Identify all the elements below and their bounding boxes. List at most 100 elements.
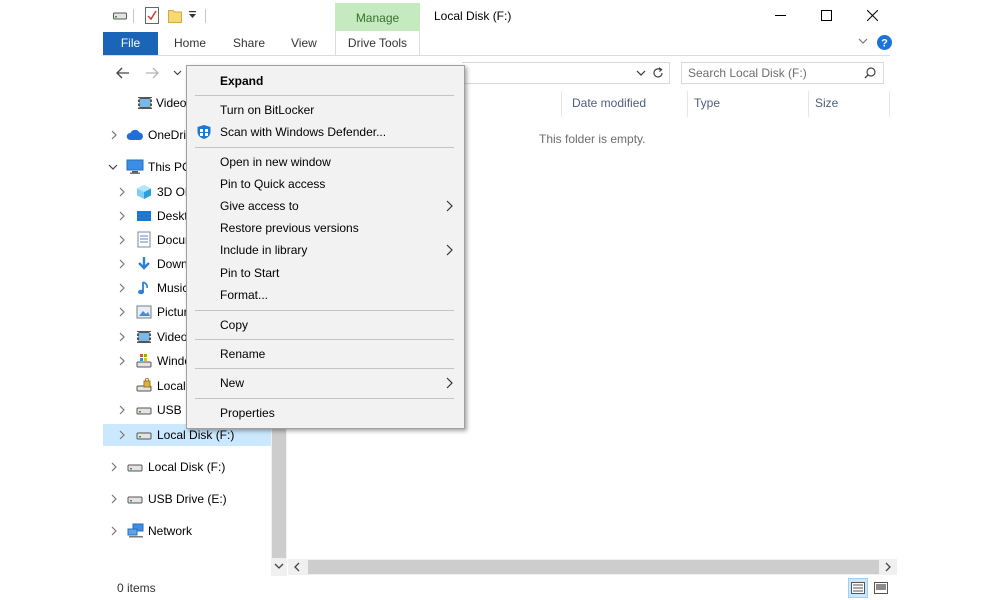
chevron-right-icon[interactable] [109,494,119,504]
context-menu: Expand Turn on BitLocker Scan with Windo… [186,65,465,429]
menu-separator [195,95,454,96]
refresh-icon [653,67,663,78]
minimize-button[interactable] [757,0,803,30]
menu-item-copy[interactable]: Copy [187,314,464,336]
menu-item-pin-start[interactable]: Pin to Start [187,262,464,284]
menu-item-give-access[interactable]: Give access to [187,195,464,217]
nav-item-network[interactable]: Network [103,521,271,541]
nav-item-label: Music [157,281,189,295]
chevron-right-icon[interactable] [117,235,127,245]
new-folder-icon[interactable] [168,8,182,23]
menu-item-include-library[interactable]: Include in library [187,239,464,261]
refresh-button[interactable] [652,67,664,79]
scroll-right-arrow-icon[interactable] [884,562,892,572]
column-header-type[interactable]: Type [694,96,720,110]
menu-item-scan-defender[interactable]: Scan with Windows Defender... [187,121,464,143]
menu-item-turn-on-bitlocker[interactable]: Turn on BitLocker [187,99,464,121]
search-icon[interactable] [864,67,876,79]
onedrive-icon [126,128,143,144]
system-drive-icon [136,353,152,369]
chevron-right-icon[interactable] [109,462,119,472]
chevron-right-icon[interactable] [117,332,127,342]
chevron-right-icon[interactable] [117,430,127,440]
menu-item-label: Properties [220,406,275,420]
forward-button[interactable] [142,64,162,82]
properties-icon[interactable] [145,7,159,24]
chevron-right-icon[interactable] [109,130,119,140]
drive-icon [127,460,143,476]
video-icon [137,95,153,111]
document-icon [137,231,153,248]
chevron-right-icon[interactable] [117,356,127,366]
menu-item-restore-previous[interactable]: Restore previous versions [187,217,464,239]
tab-manage[interactable]: Manage [335,3,420,31]
window-title: Local Disk (F:) [434,9,512,23]
cube-3d-icon [136,184,152,200]
column-header-date-modified[interactable]: Date modified [572,96,646,110]
drive-icon [127,492,143,508]
menu-item-rename[interactable]: Rename [187,343,464,365]
column-header-size[interactable]: Size [815,96,838,110]
menu-item-new[interactable]: New [187,372,464,394]
tab-home[interactable]: Home [174,32,206,55]
menu-item-pin-quick-access[interactable]: Pin to Quick access [187,173,464,195]
chevron-right-icon[interactable] [117,405,127,415]
recent-locations-button[interactable] [167,64,187,82]
menu-item-label: New [220,376,245,390]
chevron-right-icon[interactable] [117,211,127,221]
nav-item-usb-drive-e-root[interactable]: USB Drive (E:) [103,489,271,509]
content-scroll-thumb[interactable] [308,560,879,574]
download-arrow-icon [136,256,152,272]
column-divider [808,91,809,117]
chevron-right-icon[interactable] [117,307,127,317]
menu-item-label: Turn on BitLocker [220,103,315,117]
menu-item-properties[interactable]: Properties [187,402,464,424]
tab-drive-tools[interactable]: Drive Tools [335,31,420,55]
maximize-button[interactable] [803,0,849,30]
recent-locations-icon [173,70,181,76]
scroll-left-arrow-icon[interactable] [293,562,301,572]
submenu-arrow-icon [446,244,453,256]
menu-item-label: Pin to Start [220,266,280,280]
address-dropdown-icon[interactable] [636,70,646,77]
details-view-button[interactable] [848,578,868,598]
tab-share[interactable]: Share [233,32,265,55]
menu-item-label: Give access to [220,199,299,213]
nav-item-local-disk-f-root[interactable]: Local Disk (F:) [103,457,271,477]
submenu-arrow-icon [446,377,453,389]
chevron-right-icon[interactable] [109,526,119,536]
nav-item-label: USB Drive (E:) [148,492,227,506]
expand-ribbon-icon[interactable] [858,38,868,45]
address-bar[interactable] [462,62,670,84]
status-item-count: 0 items [117,581,156,595]
details-view-icon [851,582,865,594]
large-icons-view-button[interactable] [871,578,891,598]
svg-text:?: ? [881,38,888,50]
video-icon [136,329,152,345]
chevron-down-icon[interactable] [108,162,118,172]
search-input[interactable] [688,65,858,81]
menu-item-label: Expand [220,74,264,88]
large-icons-view-icon [874,582,888,594]
back-button[interactable] [113,64,133,82]
minimize-icon [774,14,786,16]
search-box[interactable] [681,62,884,84]
chevron-right-icon[interactable] [117,283,127,293]
help-icon[interactable]: ? [877,35,892,50]
menu-item-format[interactable]: Format... [187,284,464,306]
tab-file[interactable]: File [103,32,158,55]
windows-defender-icon [196,124,212,140]
menu-item-label: Include in library [220,243,308,257]
close-button[interactable] [849,0,895,30]
drive-icon [136,428,152,444]
customize-quick-access-icon[interactable] [188,10,197,20]
back-arrow-icon [116,67,129,79]
menu-separator [195,368,454,369]
tab-view[interactable]: View [291,32,317,55]
menu-item-expand[interactable]: Expand [187,70,464,92]
music-note-icon [136,280,152,296]
chevron-right-icon[interactable] [117,259,127,269]
scroll-down-arrow-icon[interactable] [274,562,284,570]
chevron-right-icon[interactable] [117,187,127,197]
menu-item-open-new-window[interactable]: Open in new window [187,151,464,173]
